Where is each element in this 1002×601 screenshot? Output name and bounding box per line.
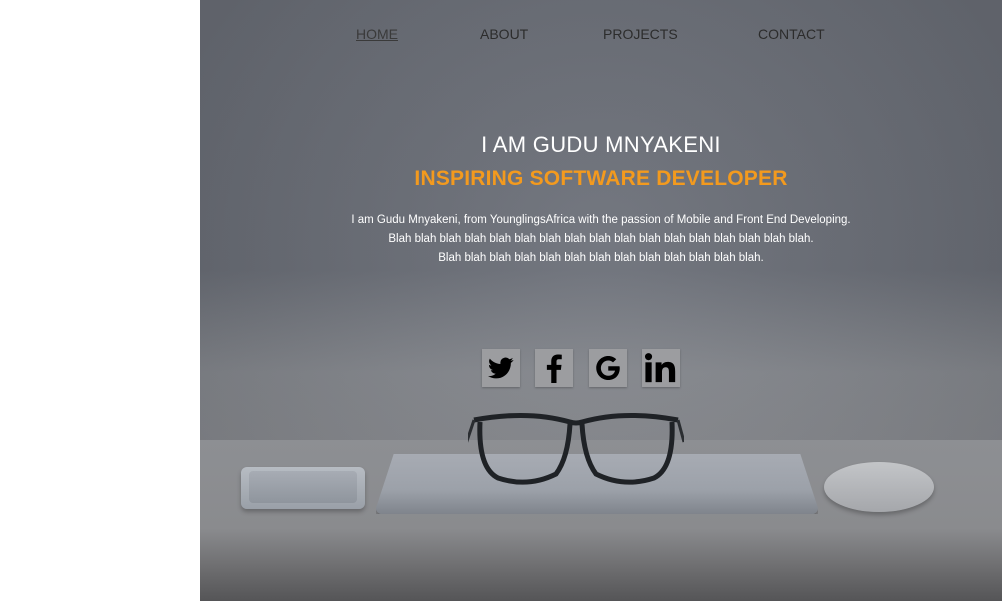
mouse-image bbox=[824, 462, 934, 512]
twitter-button[interactable] bbox=[482, 349, 520, 387]
main-nav: HOME ABOUT PROJECTS CONTACT bbox=[200, 26, 1002, 46]
description-line: Blah blah blah blah blah blah blah blah … bbox=[438, 252, 764, 264]
facebook-icon bbox=[546, 354, 562, 383]
linkedin-button[interactable] bbox=[642, 349, 680, 387]
hero-subtitle: INSPIRING SOFTWARE DEVELOPER bbox=[414, 167, 788, 190]
hero-section: HOME ABOUT PROJECTS CONTACT I AM GUDU MN… bbox=[200, 0, 1002, 601]
google-icon bbox=[596, 356, 620, 380]
glasses-image bbox=[468, 413, 684, 485]
phone-image bbox=[241, 467, 365, 509]
hero-description: I am Gudu Mnyakeni, from YounglingsAfric… bbox=[200, 211, 1002, 268]
nav-home-link[interactable]: HOME bbox=[356, 26, 398, 42]
twitter-icon bbox=[488, 357, 514, 379]
hero-title: I AM GUDU MNYAKENI bbox=[481, 132, 721, 157]
linkedin-icon bbox=[644, 353, 676, 383]
facebook-button[interactable] bbox=[535, 349, 573, 387]
description-line: I am Gudu Mnyakeni, from YounglingsAfric… bbox=[351, 214, 851, 226]
nav-projects-link[interactable]: PROJECTS bbox=[603, 26, 678, 42]
nav-about-link[interactable]: ABOUT bbox=[480, 26, 528, 42]
description-line: Blah blah blah blah blah blah blah blah … bbox=[388, 233, 814, 245]
nav-contact-link[interactable]: CONTACT bbox=[758, 26, 825, 42]
google-button[interactable] bbox=[589, 349, 627, 387]
